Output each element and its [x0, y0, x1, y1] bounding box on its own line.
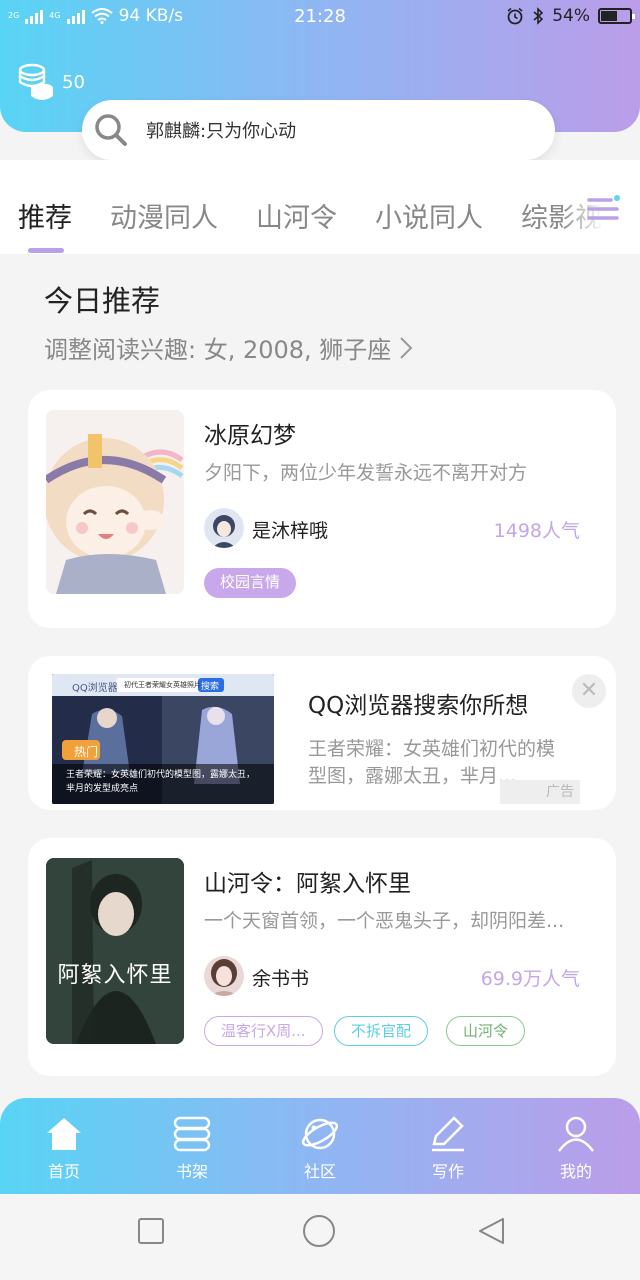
- tab-shanheling[interactable]: 山河令: [256, 196, 337, 235]
- search-icon: [95, 114, 127, 146]
- book-tag[interactable]: 山河令: [446, 1016, 526, 1046]
- home-icon: [47, 1118, 81, 1150]
- nav-write[interactable]: 写作: [384, 1098, 512, 1194]
- alarm-icon: [507, 7, 523, 25]
- author-name[interactable]: 是沐梓哦: [252, 516, 328, 543]
- tab-novel-fanfic[interactable]: 小说同人: [375, 196, 483, 235]
- ad-image-button: 搜索: [201, 682, 220, 692]
- book-title[interactable]: 山河令：阿絮入怀里: [204, 864, 411, 898]
- author-name[interactable]: 余书书: [252, 964, 309, 991]
- ad-title[interactable]: QQ浏览器搜索你所想: [308, 686, 528, 720]
- nav-home-label: 首页: [47, 1162, 80, 1181]
- tab-anime-fanfic[interactable]: 动漫同人: [110, 196, 218, 235]
- pencil-icon: [432, 1116, 464, 1152]
- book-card[interactable]: 阿絮入怀里 山河令：阿絮入怀里 一个天窗首领，一个恶鬼头子，却阴阳差... 余书…: [28, 838, 616, 1076]
- ad-image[interactable]: QQ浏览器 初代王者荣耀女英雄照片 搜索 热门 王者荣耀：女英雄们初代的模型图，…: [52, 674, 274, 804]
- book-cover[interactable]: [46, 410, 184, 594]
- user-icon: [557, 1116, 595, 1152]
- drama-poster-illustration: [46, 858, 184, 1044]
- nav-home[interactable]: 首页: [0, 1098, 128, 1194]
- ad-card[interactable]: QQ浏览器 初代王者荣耀女英雄照片 搜索 热门 王者荣耀：女英雄们初代的模型图，…: [28, 656, 616, 810]
- book-tag[interactable]: 温客行X周...: [204, 1016, 323, 1046]
- nav-profile[interactable]: 我的: [512, 1098, 640, 1194]
- recent-apps-icon[interactable]: [136, 1216, 166, 1246]
- planet-icon: [301, 1118, 339, 1150]
- search-bar[interactable]: 郭麒麟:只为你心动: [82, 100, 555, 160]
- ad-image-hot: 热门: [74, 745, 99, 759]
- book-tag[interactable]: 校园言情: [204, 568, 297, 598]
- book-description: 夕阳下，两位少年发誓永远不离开对方: [204, 462, 528, 484]
- bottom-nav: 首页 书架 社区 写作 我的: [0, 1098, 640, 1194]
- book-title[interactable]: 冰原幻梦: [204, 416, 296, 450]
- book-description: 一个天窗首领，一个恶鬼头子，却阴阳差...: [204, 910, 565, 932]
- author-avatar[interactable]: [204, 508, 244, 548]
- active-tab-indicator: [28, 248, 64, 253]
- search-placeholder: 郭麒麟:只为你心动: [146, 121, 297, 142]
- system-nav-bar: [0, 1194, 640, 1280]
- book-tag[interactable]: 不拆官配: [334, 1016, 429, 1046]
- nav-write-label: 写作: [431, 1162, 464, 1181]
- nav-community[interactable]: 社区: [256, 1098, 384, 1194]
- ad-image-query: 初代王者荣耀女英雄照片: [124, 681, 201, 689]
- ad-image-caption: 王者荣耀：女英雄们初代的模型图，露娜太丑，芈月的发型成亮点: [66, 770, 256, 794]
- status-bar: 2G 4G 94 KB/s 21:28 54%: [0, 0, 640, 36]
- battery-icon: [598, 8, 635, 24]
- book-card[interactable]: 冰原幻梦 夕阳下，两位少年发誓永远不离开对方 是沐梓哦 1498人气 校园言情: [28, 390, 616, 628]
- nav-profile-label: 我的: [559, 1162, 592, 1181]
- coin-stack-icon[interactable]: [16, 62, 56, 102]
- battery-percent: 54%: [552, 6, 590, 26]
- chevron-right-icon: [400, 336, 413, 359]
- coin-count: 50: [62, 72, 85, 93]
- popularity-count: 1498人气: [493, 520, 580, 542]
- category-tabs: 推荐 动漫同人 山河令 小说同人 综影视: [18, 196, 602, 235]
- section-title: 今日推荐: [44, 284, 161, 318]
- nav-community-label: 社区: [303, 1162, 336, 1181]
- popularity-count: 69.9万人气: [480, 968, 580, 990]
- close-icon[interactable]: ✕: [572, 674, 606, 708]
- back-icon[interactable]: [476, 1216, 506, 1246]
- book-cover[interactable]: 阿絮入怀里: [46, 858, 184, 1044]
- tab-recommend[interactable]: 推荐: [18, 196, 72, 235]
- home-button-icon[interactable]: [302, 1214, 336, 1248]
- bluetooth-icon: [533, 7, 544, 25]
- reading-interest-link[interactable]: 调整阅读兴趣: 女, 2008, 狮子座: [44, 330, 413, 365]
- nav-bookshelf-label: 书架: [175, 1162, 208, 1181]
- nav-bookshelf[interactable]: 书架: [128, 1098, 256, 1194]
- ad-label: 广告: [500, 780, 580, 804]
- author-avatar[interactable]: [204, 956, 244, 996]
- cover-title-text: 阿絮入怀里: [57, 963, 173, 988]
- category-menu-icon[interactable]: [586, 194, 620, 224]
- anime-girl-illustration: [46, 410, 184, 594]
- bookshelf-icon: [173, 1116, 211, 1152]
- ad-image-logo: QQ浏览器: [72, 683, 118, 694]
- reading-interest-text: 调整阅读兴趣: 女, 2008, 狮子座: [44, 336, 392, 364]
